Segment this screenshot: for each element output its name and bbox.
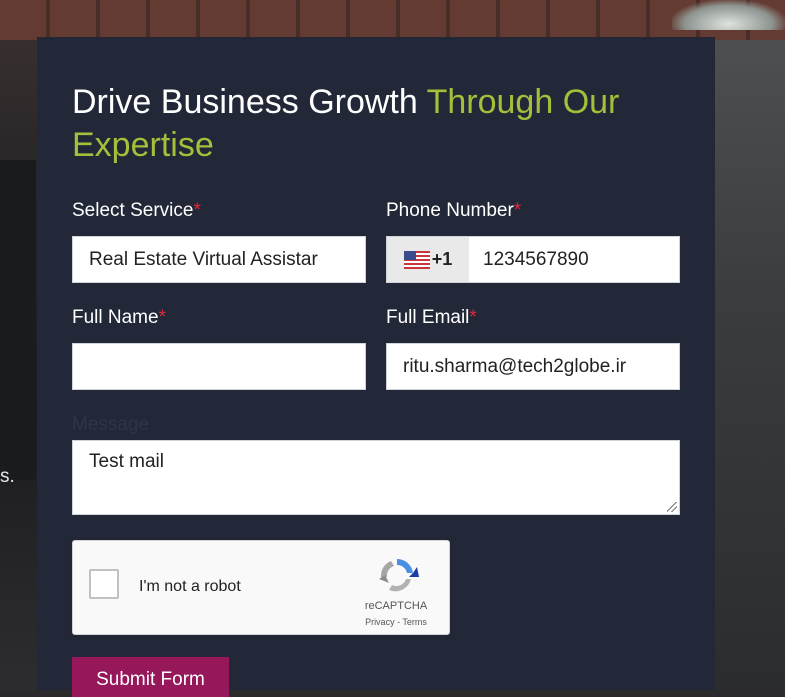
email-label: Full Email* [386, 307, 477, 328]
service-label: Select Service* [72, 200, 201, 221]
recaptcha-logo-icon [379, 558, 419, 592]
required-mark: * [193, 200, 201, 221]
full-name-input[interactable] [72, 343, 366, 390]
recaptcha-checkbox[interactable] [89, 569, 119, 599]
background-text-fragment: s. [0, 466, 15, 487]
required-mark: * [513, 200, 522, 221]
background-monitor [0, 160, 36, 480]
full-name-label: Full Name* [72, 307, 166, 328]
phone-label: Phone Number* [386, 200, 522, 221]
email-input[interactable]: ritu.sharma@tech2globe.ir [386, 343, 680, 390]
recaptcha-brand: reCAPTCHA [364, 600, 428, 612]
country-code-selector[interactable]: +1 [387, 237, 469, 282]
phone-input[interactable]: 1234567890 [469, 237, 679, 282]
contact-form-panel: Drive Business Growth Through Our Expert… [37, 37, 715, 697]
recaptcha-widget: I'm not a robot reCAPTCHA Privacy - Term… [72, 540, 450, 635]
terms-link[interactable]: Terms [402, 617, 427, 627]
privacy-link[interactable]: Privacy [365, 617, 395, 627]
message-textarea[interactable]: Test mail [72, 440, 680, 515]
message-text: Test mail [89, 451, 164, 472]
form-heading: Drive Business Growth Through Our Expert… [72, 81, 672, 167]
country-code: +1 [431, 249, 453, 269]
required-mark: * [158, 307, 166, 328]
submit-button[interactable]: Submit Form [72, 657, 229, 697]
ceiling-lamp [672, 0, 785, 30]
background-office [715, 40, 785, 690]
heading-main: Drive Business Growth [72, 83, 427, 121]
us-flag-icon [403, 250, 430, 269]
recaptcha-label: I'm not a robot [139, 578, 241, 595]
recaptcha-links: Privacy - Terms [365, 617, 427, 627]
resize-handle[interactable] [667, 502, 677, 512]
phone-field: +1 1234567890 [386, 236, 680, 283]
service-select[interactable]: Real Estate Virtual Assistar [72, 236, 366, 283]
required-mark: * [469, 307, 477, 328]
message-label: Message [72, 414, 150, 435]
brick-wall [0, 0, 785, 40]
